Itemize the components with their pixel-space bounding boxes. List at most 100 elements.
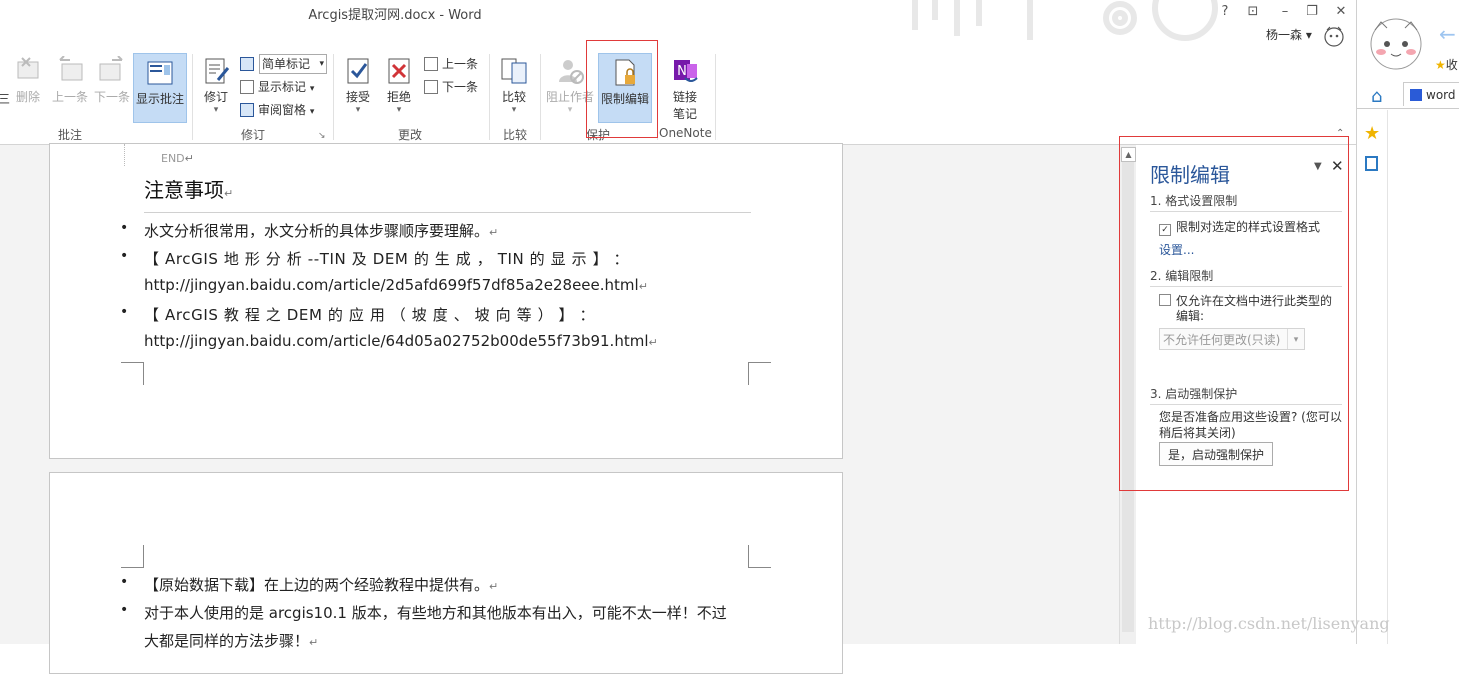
changes-group-label: 更改 [398,128,423,142]
compare-icon [501,58,527,84]
track-changes-dropdown-icon[interactable]: ▾ [198,105,234,115]
linked-notes-label-2: 笔记 [672,107,697,121]
accept-label: 接受 [345,90,370,104]
markup-select-row [240,54,258,74]
accept-icon [347,58,369,84]
bullet-icon: • [120,248,129,264]
delete-comment-button[interactable]: 删除 [8,52,48,105]
compare-group-label: 比较 [503,128,528,142]
list-item-text: 【 ArcGIS 地 形 分 析 --TIN 及 DEM 的 生 成 ， TIN… [144,250,630,268]
favorites-star-icon[interactable]: ★ [1364,123,1380,144]
user-name: 杨一森 [1266,28,1303,42]
user-account[interactable]: 杨一森 ▾ [1266,26,1312,43]
accept-button[interactable]: 接受 ▾ [340,52,376,115]
next-comment-button[interactable]: 下一条 [92,52,132,105]
end-mark: END↵ [161,152,194,165]
bullet-icon: • [120,574,129,590]
tab-divider [1357,108,1459,109]
next-change-label: 下一条 [442,80,479,94]
show-markup-button[interactable]: 显示标记 ▾ [240,77,314,97]
profile-avatar-icon[interactable] [1367,16,1425,72]
show-markup-label: 显示标记 [258,80,307,94]
separator [540,54,541,140]
prev-comment-label: 上一条 [51,90,88,104]
favorites-bar: ★收 [1435,56,1458,73]
show-comments-button[interactable]: 显示批注 [133,53,187,123]
list-item-continuation[interactable]: http://jingyan.baidu.com/article/64d05a0… [144,332,658,350]
margin-corner-mark [748,362,771,385]
track-changes-label: 修订 [203,90,228,104]
ribbon-review-tab: 三 删除 上一条 下一条 显示批注 批注 修订 ▾ 简单标记 ▾ 显示标记 ▾ 审… [0,50,1356,145]
list-item-continuation[interactable]: 大都是同样的方法步骤！↵ [144,630,318,651]
ribbon-display-options-icon[interactable]: ⊡ [1242,2,1264,22]
heading[interactable]: 注意事项↵ [144,174,233,203]
track-changes-button[interactable]: 修订 ▾ [198,52,234,115]
track-changes-icon [205,58,230,84]
list-item-continuation[interactable]: http://jingyan.baidu.com/article/2d5afd6… [144,276,648,294]
user-avatar-icon[interactable] [1322,24,1346,48]
help-button[interactable]: ? [1214,2,1236,22]
home-icon[interactable]: ⌂ [1371,86,1382,107]
chevron-down-icon: ▾ [309,107,315,117]
onenote-icon: N [674,60,698,82]
list-item[interactable]: 对于本人使用的是 arcgis10.1 版本，有些地方和其他版本有出入，可能不太… [144,602,727,623]
margin-corner-mark [121,545,144,568]
list-item-text: 【 ArcGIS 教 程 之 DEM 的 应 用 （ 坡 度 、 坡 向 等 ）… [144,306,596,324]
prev-change-label: 上一条 [442,57,479,71]
prev-comment-button[interactable]: 上一条 [50,52,90,105]
close-window-button[interactable]: ✕ [1330,2,1352,22]
list-item[interactable]: 【 ArcGIS 地 形 分 析 --TIN 及 DEM 的 生 成 ， TIN… [144,248,754,269]
watermark: http://blog.csdn.net/lisenyang [1148,614,1390,633]
restore-button[interactable]: ❐ [1301,2,1323,22]
show-comments-label: 显示批注 [135,92,184,106]
delete-comment-icon [17,57,39,79]
browser-tab[interactable]: word [1403,82,1459,106]
star-icon[interactable]: ★ [1435,58,1446,72]
next-comment-icon [99,56,123,81]
list-item[interactable]: 水文分析很常用，水文分析的具体步骤顺序要理解。↵ [144,220,498,241]
show-markup-icon [240,80,254,94]
bullet-icon: • [120,220,129,236]
margin-corner-mark [748,545,771,568]
chevron-down-icon[interactable]: ▾ [340,105,376,115]
compare-button[interactable]: 比较 ▾ [496,52,532,115]
baidu-paw-icon [1410,89,1422,101]
text-boundary [124,144,126,166]
markup-select[interactable]: 简单标记 ▾ [259,54,327,74]
svg-text:N: N [677,64,687,79]
favorites-label: 收 [1445,58,1458,72]
hyperlink-text: http://jingyan.baidu.com/article/2d5afd6… [144,276,639,294]
reject-label: 拒绝 [386,90,411,104]
minimize-button[interactable]: – [1274,2,1296,22]
window-title: Arcgis提取河网.docx - Word [308,8,482,23]
separator [489,54,490,140]
heading-rule [144,212,751,213]
chevron-down-icon[interactable]: ▾ [381,105,417,115]
back-arrow-icon[interactable]: ← [1439,22,1456,46]
prev-change-button[interactable]: 上一条 [424,54,478,74]
reading-list-icon[interactable] [1365,156,1378,171]
next-comment-label: 下一条 [93,90,130,104]
heading-text: 注意事项 [144,178,224,202]
browser-tab-label: word [1426,88,1456,102]
list-item[interactable]: 【原始数据下载】在上边的两个经验教程中提供有。↵ [144,574,498,595]
next-change-button[interactable]: 下一条 [424,77,478,97]
chevron-down-icon[interactable]: ▾ [496,105,532,115]
separator [192,54,193,140]
list-item-text: 水文分析很常用，水文分析的具体步骤顺序要理解。 [144,222,490,240]
reject-button[interactable]: 拒绝 ▾ [381,52,417,115]
prev-change-icon [424,57,438,71]
list-item[interactable]: 【 ArcGIS 教 程 之 DEM 的 应 用 （ 坡 度 、 坡 向 等 ）… [144,304,754,325]
markup-icon [240,57,254,71]
reviewing-pane-label: 审阅窗格 [258,103,307,117]
document-page-1: END↵ 注意事项↵ • 水文分析很常用，水文分析的具体步骤顺序要理解。↵ • … [49,143,843,459]
end-mark-text: END [161,152,185,165]
reject-icon [388,58,410,84]
onenote-group-label: OneNote [659,126,712,140]
separator [715,54,716,140]
linked-notes-button[interactable]: N 链接 笔记 [664,52,706,122]
bullet-icon: • [120,602,129,618]
list-item-text: 【原始数据下载】在上边的两个经验教程中提供有。 [144,576,490,594]
reviewing-pane-icon [240,103,254,117]
reviewing-pane-button[interactable]: 审阅窗格 ▾ [240,100,314,120]
